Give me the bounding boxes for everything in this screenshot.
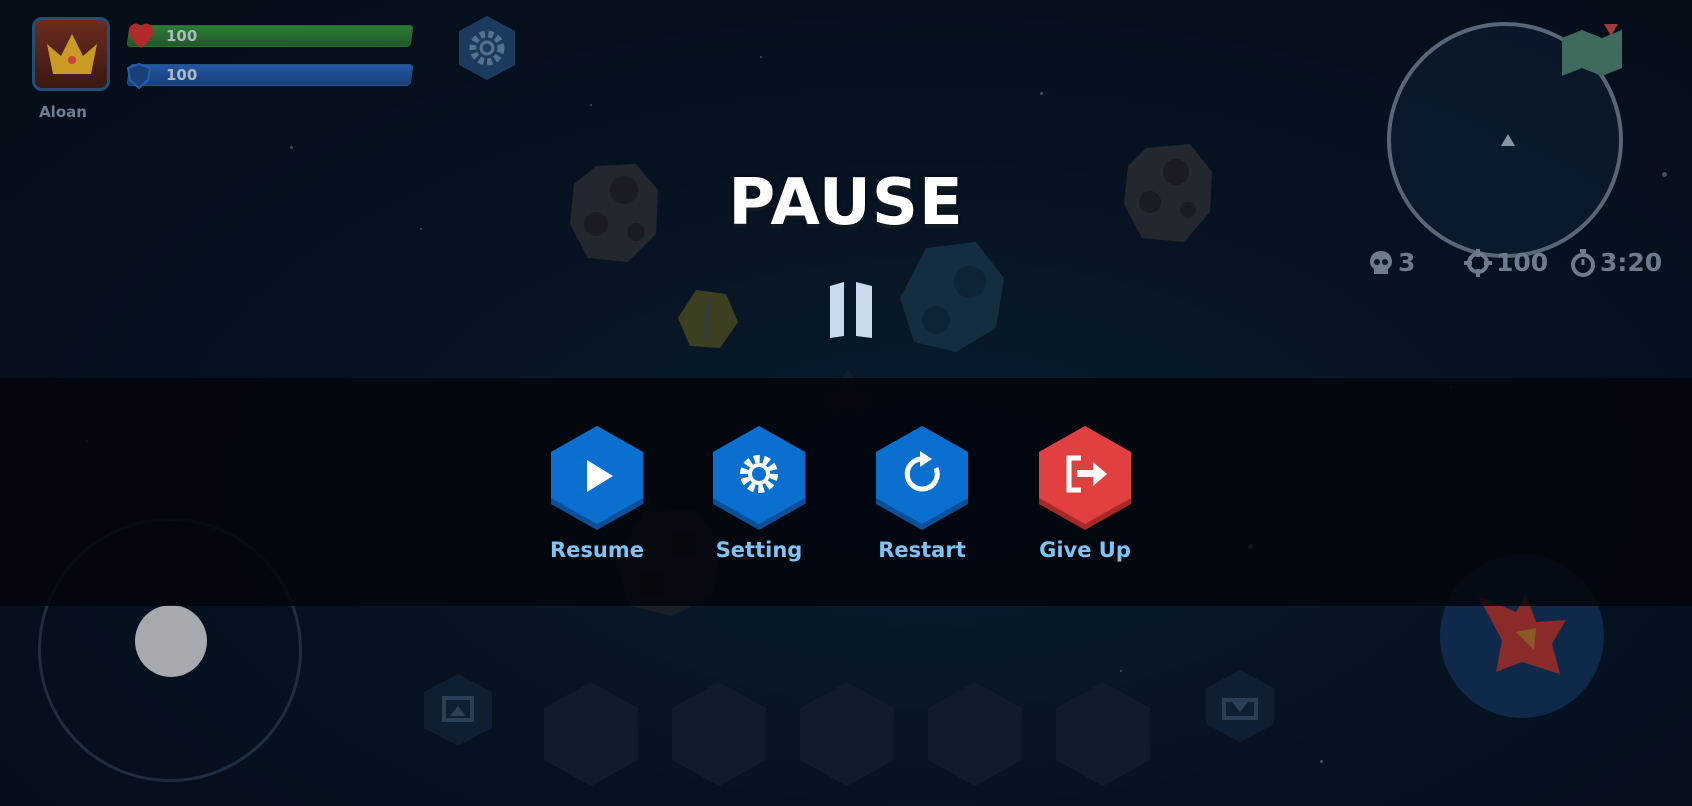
item-slot[interactable] — [1054, 680, 1152, 788]
restart-button[interactable]: Restart — [872, 424, 972, 562]
timer-value: 3:20 — [1600, 248, 1663, 277]
download-icon[interactable] — [1200, 666, 1280, 746]
play-icon — [551, 426, 643, 530]
eject-icon[interactable] — [418, 670, 498, 750]
kills-value: 3 — [1398, 248, 1416, 277]
score-counter: 100 — [1464, 248, 1548, 277]
setting-label: Setting — [715, 538, 803, 562]
map-icon[interactable] — [1560, 24, 1624, 76]
item-slot[interactable] — [670, 680, 768, 788]
joystick-knob[interactable] — [135, 605, 207, 677]
crosshair-icon — [1464, 248, 1492, 277]
player-name: Aloan — [39, 103, 87, 121]
resume-label: Resume — [550, 538, 644, 562]
pause-icon — [830, 282, 872, 338]
stopwatch-icon — [1571, 248, 1595, 277]
give-up-label: Give Up — [1039, 538, 1131, 562]
item-slot[interactable] — [798, 680, 896, 788]
settings-gear-button[interactable] — [456, 14, 518, 82]
score-value: 100 — [1496, 248, 1549, 277]
resume-button[interactable]: Resume — [547, 424, 647, 562]
health-value: 100 — [166, 27, 198, 45]
crown-icon — [47, 34, 97, 74]
heart-icon — [128, 23, 154, 48]
setting-button[interactable]: Setting — [709, 424, 809, 562]
kills-counter: 3 — [1368, 248, 1415, 277]
pause-menu-panel — [0, 378, 1692, 606]
restart-icon — [876, 426, 968, 530]
player-avatar — [32, 17, 110, 91]
item-slot[interactable] — [542, 680, 640, 788]
restart-label: Restart — [878, 538, 966, 562]
shield-icon — [126, 62, 152, 90]
shield-value: 100 — [166, 66, 198, 84]
gear-icon — [713, 426, 805, 530]
player-marker-icon — [1501, 134, 1515, 146]
give-up-button[interactable]: Give Up — [1035, 424, 1135, 562]
skull-icon — [1370, 250, 1392, 274]
exit-icon — [1039, 426, 1131, 530]
timer: 3:20 — [1570, 248, 1662, 277]
pause-title: PAUSE — [728, 166, 964, 240]
item-slot[interactable] — [926, 680, 1024, 788]
